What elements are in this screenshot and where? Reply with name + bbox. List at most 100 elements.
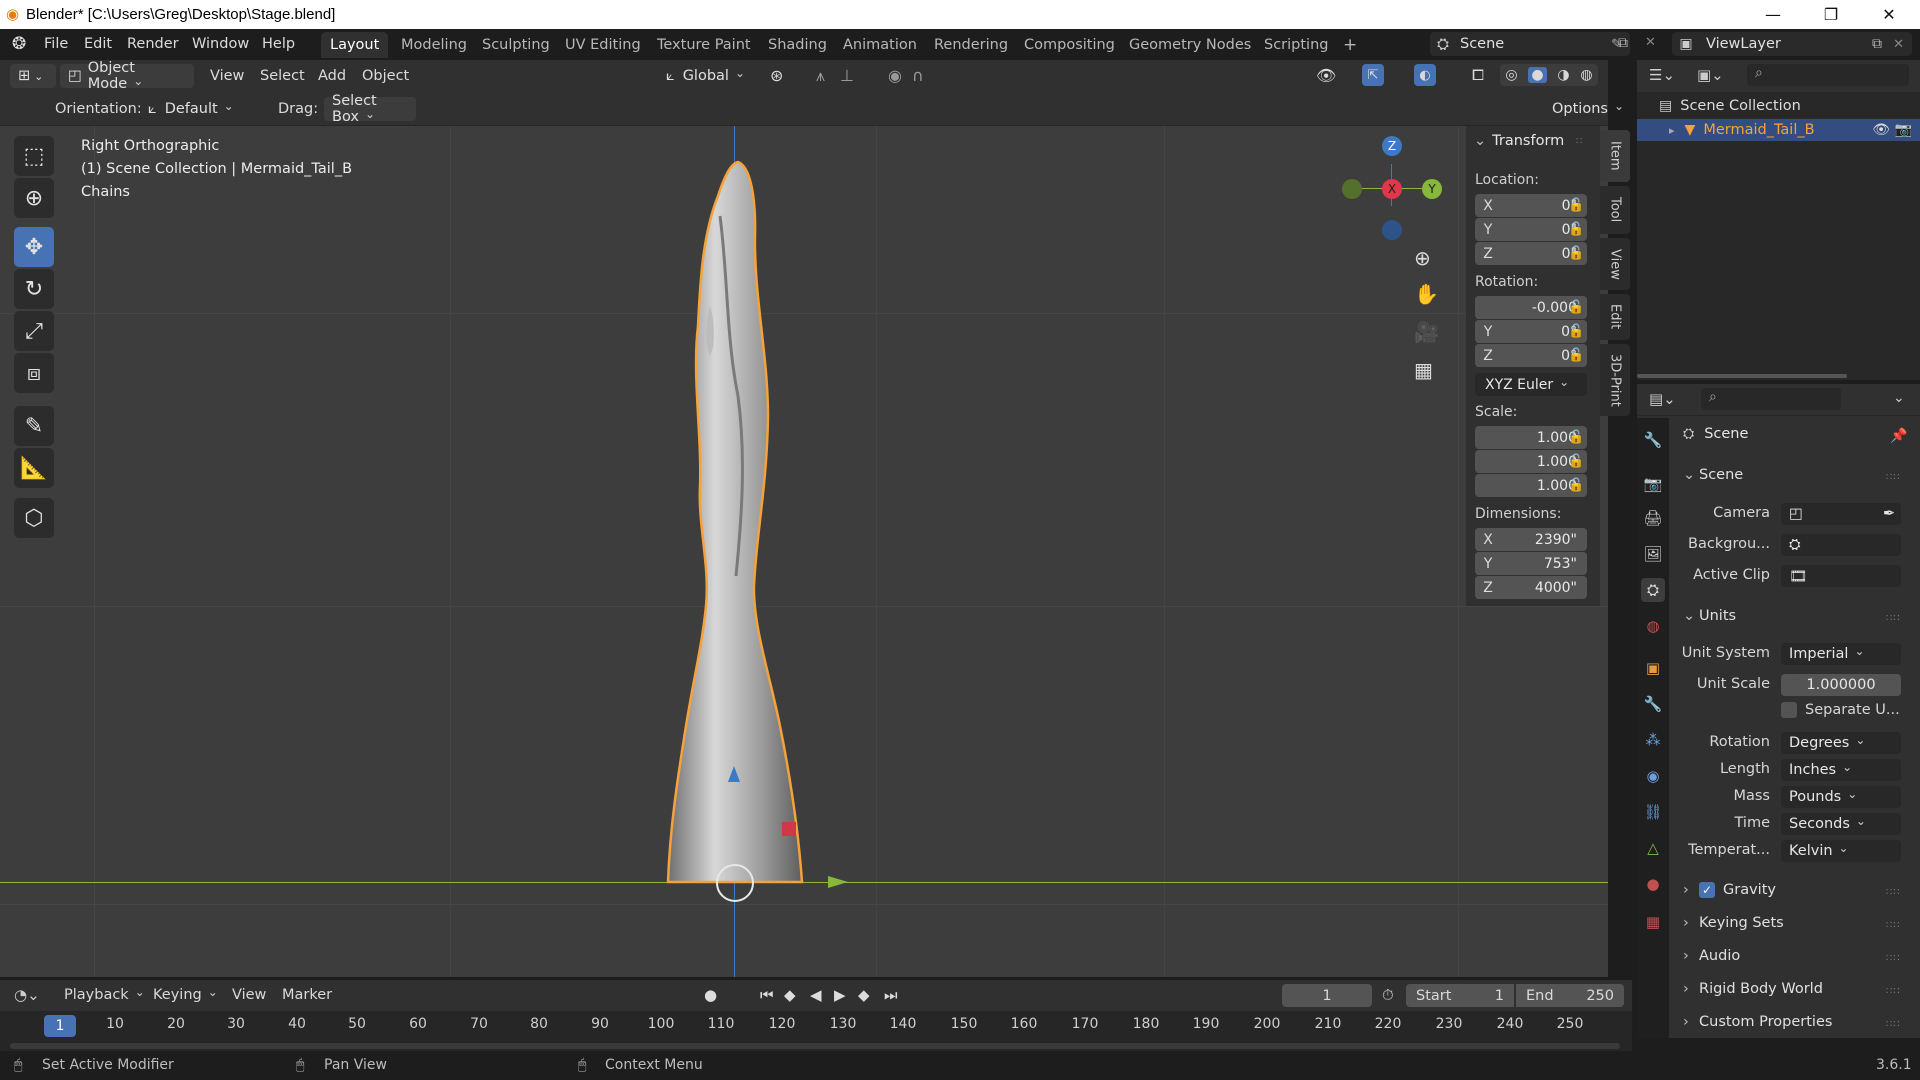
gizmo-toggle-icon[interactable]: ⇱ (1362, 64, 1384, 86)
modifier-properties-icon[interactable]: 🔧 (1641, 692, 1665, 716)
select-box-tool-icon[interactable]: ⬚ (14, 136, 54, 176)
zoom-icon[interactable]: ⊕ (1414, 246, 1431, 270)
overlays-toggle-icon[interactable]: ◐ (1414, 64, 1436, 86)
snap-icon[interactable]: ⩚ (816, 66, 825, 86)
rotation-mode-dropdown[interactable]: XYZ Euler (1475, 373, 1587, 396)
pan-hand-icon[interactable]: ✋ (1414, 282, 1439, 306)
temperature-unit-dropdown[interactable]: Kelvin (1781, 840, 1901, 862)
pin-icon[interactable]: 📌 (1890, 428, 1907, 444)
properties-search-input[interactable]: ⌕ (1701, 388, 1841, 410)
custom-properties-section-header[interactable]: › Custom Properties (1683, 1014, 1832, 1030)
mode-dropdown[interactable]: ◰ Object Mode (60, 60, 194, 92)
tab-compositing[interactable]: Compositing (1015, 32, 1124, 58)
texture-properties-icon[interactable]: ▦ (1641, 910, 1665, 934)
separate-units-checkbox[interactable]: Separate U... (1781, 702, 1900, 718)
gravity-section-header[interactable]: › ✓ Gravity (1683, 882, 1776, 898)
new-view-layer-icon[interactable]: ⧉ (1872, 36, 1882, 52)
dimensions-y-field[interactable]: Y 753" (1475, 552, 1587, 575)
tab-uv-editing[interactable]: UV Editing (556, 32, 650, 58)
keying-menu[interactable]: Keying (153, 987, 218, 1003)
viewport-menu-add[interactable]: Add (318, 68, 346, 84)
gizmo-z-axis[interactable]: Z (1382, 136, 1402, 156)
lock-icon[interactable]: 🔓 (1568, 348, 1584, 364)
tab-modeling[interactable]: Modeling (392, 32, 476, 58)
rotation-unit-dropdown[interactable]: Degrees (1781, 732, 1901, 754)
cursor-tool-icon[interactable]: ⊕ (14, 178, 54, 218)
next-keyframe-icon[interactable]: ◆ (858, 986, 870, 1004)
snap-target-icon[interactable]: ⊥ (840, 66, 854, 85)
falloff-icon[interactable]: ∩ (912, 66, 924, 85)
new-scene-icon[interactable]: ⧉ (1618, 35, 1628, 51)
tab-layout[interactable]: Layout (321, 32, 389, 58)
record-button[interactable]: ● (704, 986, 717, 1004)
lock-icon[interactable]: 🔓 (1568, 454, 1584, 470)
solid-shading-icon[interactable]: ● (1528, 67, 1547, 83)
camera-view-icon[interactable]: 🎥 (1414, 320, 1439, 344)
timeline-scrollbar[interactable] (10, 1043, 1620, 1049)
lock-icon[interactable]: 🔓 (1568, 246, 1584, 262)
z-arrow-gizmo[interactable] (728, 766, 740, 782)
visibility-icon[interactable]: 👁 (1316, 66, 1336, 85)
delete-view-layer-icon[interactable]: ✕ (1893, 37, 1904, 52)
sidebar-tab-3d-print[interactable]: 3D-Print (1600, 344, 1630, 416)
maximize-button[interactable]: ❐ (1802, 0, 1860, 29)
rendered-shading-icon[interactable]: ◍ (1580, 67, 1592, 83)
sidebar-tab-item[interactable]: Item (1600, 130, 1630, 182)
delete-scene-icon[interactable]: ✕ (1645, 35, 1656, 50)
drag-handle-icon[interactable]: ∷∷ (1886, 472, 1901, 483)
transform-section-header[interactable]: ⌄ Transform (1474, 133, 1564, 149)
blender-menu-icon[interactable]: ❂ (12, 34, 26, 54)
y-arrow-gizmo[interactable] (828, 876, 848, 888)
drag-handle-icon[interactable]: ∷∷ (1886, 986, 1901, 997)
jump-end-icon[interactable]: ⏭ (884, 986, 898, 1004)
dimensions-x-field[interactable]: X 2390" (1475, 528, 1587, 551)
material-shading-icon[interactable]: ◑ (1557, 67, 1569, 83)
tab-geometry-nodes[interactable]: Geometry Nodes (1120, 32, 1260, 58)
playhead-frame-indicator[interactable]: 1 (44, 1015, 76, 1037)
render-properties-icon[interactable]: 📷 (1641, 472, 1665, 496)
preview-range-icon[interactable]: ⏱ (1382, 986, 1394, 1004)
3d-cursor-icon[interactable] (716, 864, 754, 902)
lock-icon[interactable]: 🔓 (1568, 198, 1584, 214)
tab-rendering[interactable]: Rendering (925, 32, 1017, 58)
tab-scripting[interactable]: Scripting (1255, 32, 1337, 58)
eye-visibility-icon[interactable]: 👁 (1872, 122, 1890, 138)
lock-icon[interactable]: 🔓 (1568, 324, 1584, 340)
play-icon[interactable]: ▶ (834, 986, 846, 1004)
close-button[interactable]: ✕ (1860, 0, 1918, 29)
filter-icon[interactable]: ▣⌄ (1697, 66, 1724, 84)
transform-tool-icon[interactable]: ⧈ (14, 353, 54, 393)
orientation-dropdown[interactable]: ⟀ Default (140, 97, 260, 121)
sidebar-tab-tool[interactable]: Tool (1600, 186, 1630, 234)
camera-render-icon[interactable]: 📷 (1895, 122, 1912, 138)
viewport-menu-object[interactable]: Object (362, 68, 409, 84)
background-field[interactable]: ⛭ (1781, 534, 1901, 556)
menu-window[interactable]: Window (192, 36, 249, 52)
menu-help[interactable]: Help (262, 36, 295, 52)
transform-orientation-dropdown[interactable]: ⟀ Global (658, 64, 758, 88)
jump-start-icon[interactable]: ⏮ (760, 986, 774, 1004)
camera-field[interactable]: ◰ ✒ (1781, 503, 1901, 525)
scene-section-header[interactable]: ⌄ Scene (1683, 467, 1743, 483)
drag-dropdown[interactable]: Select Box (324, 93, 416, 125)
proportional-edit-icon[interactable]: ◉ (888, 66, 902, 85)
dimensions-z-field[interactable]: Z 4000" (1475, 576, 1587, 599)
outliner-search-input[interactable]: ⌕ (1747, 64, 1909, 86)
properties-options-icon[interactable]: ⌄ (1893, 390, 1905, 406)
outliner-scrollbar[interactable] (1637, 374, 1847, 378)
length-unit-dropdown[interactable]: Inches (1781, 759, 1901, 781)
view-layer-selector[interactable]: ▣ ViewLayer ⧉ ✕ (1672, 32, 1912, 56)
navigation-gizmo[interactable]: Z X Y (1336, 136, 1442, 240)
editor-type-icon[interactable]: ▤⌄ (1649, 390, 1676, 408)
gizmo-x-axis[interactable]: X (1382, 179, 1402, 199)
drag-handle-icon[interactable]: ∷ (1576, 136, 1582, 147)
gizmo-neg-y-axis[interactable] (1342, 179, 1362, 199)
audio-section-header[interactable]: › Audio (1683, 948, 1740, 964)
tab-sculpting[interactable]: Sculpting (473, 32, 559, 58)
tab-animation[interactable]: Animation (834, 32, 926, 58)
viewport-menu-select[interactable]: Select (260, 68, 305, 84)
unit-system-dropdown[interactable]: Imperial (1781, 643, 1901, 665)
minimize-button[interactable]: — (1744, 0, 1802, 29)
outliner-item-mermaid-tail[interactable]: ▸ ▼ Mermaid_Tail_B 👁 📷 (1637, 119, 1920, 141)
scene-selector[interactable]: ⛭ Scene ✎ (1430, 32, 1630, 56)
